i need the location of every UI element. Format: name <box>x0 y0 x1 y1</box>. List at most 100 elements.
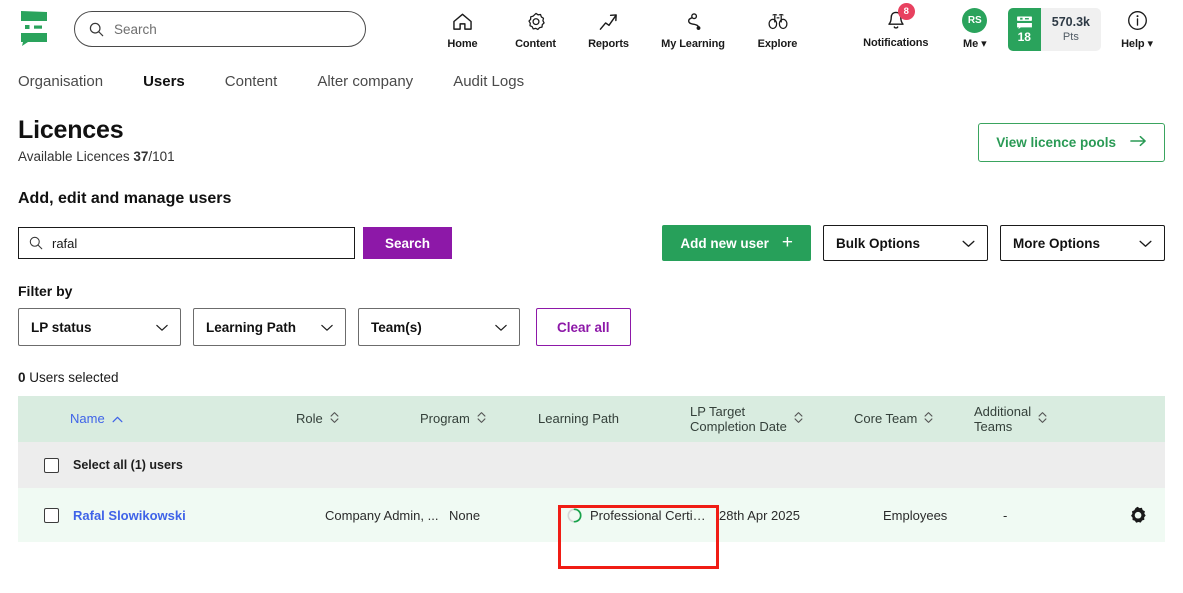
add-new-user-label: Add new user <box>680 235 769 251</box>
select-all-checkbox[interactable] <box>44 457 59 473</box>
view-licence-pools-button[interactable]: View licence pools <box>978 123 1165 162</box>
licences-header: Licences Available Licences 37/101 View … <box>18 116 1165 164</box>
bulk-options-label: Bulk Options <box>836 235 920 251</box>
column-header-lp-target[interactable]: LP Target Completion Date <box>690 404 854 435</box>
sort-both-icon <box>794 411 803 427</box>
additional-teams-line2: Teams <box>974 419 1013 434</box>
nav-explore[interactable]: Explore <box>741 9 814 50</box>
add-new-user-button[interactable]: Add new user + <box>662 225 811 261</box>
search-button[interactable]: Search <box>363 227 453 259</box>
sort-both-icon <box>330 411 339 427</box>
nav-me-label: Me ▾ <box>963 37 987 50</box>
filter-teams[interactable]: Team(s) <box>358 308 520 346</box>
bulk-options-dropdown[interactable]: Bulk Options <box>823 225 988 261</box>
cell-program: None <box>449 507 481 523</box>
lp-target-line1: LP Target <box>690 403 746 419</box>
column-header-role-label: Role <box>296 411 323 427</box>
more-options-dropdown[interactable]: More Options <box>1000 225 1165 261</box>
search-icon <box>89 22 104 36</box>
lp-target-line2: Completion Date <box>690 419 787 434</box>
row-settings-button[interactable] <box>1128 506 1165 525</box>
clear-all-filters-button[interactable]: Clear all <box>536 308 631 346</box>
available-licences-used: 37 <box>133 149 149 164</box>
chevron-down-icon <box>321 320 333 335</box>
cell-role: Company Admin, ... <box>325 507 439 523</box>
path-icon <box>682 11 704 33</box>
filter-by-label: Filter by <box>18 283 73 299</box>
available-licences: Available Licences 37/101 <box>18 149 175 164</box>
table-row[interactable]: Rafal Slowikowski Company Admin, ... Non… <box>18 488 1165 542</box>
info-icon <box>1127 10 1148 32</box>
gear-icon <box>1131 506 1146 523</box>
filter-row: LP status Learning Path Team(s) Clear al… <box>18 308 1165 346</box>
search-icon <box>29 236 43 250</box>
user-search-field[interactable] <box>18 227 355 259</box>
cell-additional-teams: - <box>1003 507 1008 523</box>
points-unit: Pts <box>1062 30 1079 43</box>
nav-home[interactable]: Home <box>426 9 499 50</box>
users-selected-suffix: Users selected <box>25 370 119 385</box>
sort-both-icon <box>924 411 933 427</box>
filter-lp-status[interactable]: LP status <box>18 308 181 346</box>
cell-core-team: Employees <box>883 507 948 523</box>
tab-content[interactable]: Content <box>225 73 278 90</box>
nav-content[interactable]: Content <box>499 9 572 50</box>
points-level: 18 <box>1017 29 1031 44</box>
learning-path-name: Professional Certific... <box>590 507 708 523</box>
cell-lp-target-date: 28th Apr 2025 <box>719 507 800 523</box>
points-widget[interactable]: 18 570.3k Pts <box>1007 7 1101 51</box>
global-search-input[interactable] <box>114 21 351 37</box>
section-tabs: Organisation Users Content Alter company… <box>0 58 1183 104</box>
additional-teams-line1: Additional <box>974 403 1032 419</box>
progress-ring-icon <box>567 507 582 523</box>
nav-reports[interactable]: Reports <box>572 9 645 50</box>
avatar-initials: RS <box>962 8 988 33</box>
tab-organisation[interactable]: Organisation <box>18 73 103 90</box>
nav-my-learning[interactable]: My Learning <box>645 9 741 50</box>
column-header-program[interactable]: Program <box>420 411 538 427</box>
users-table-header: Name Role Program Learning Path LP Targe… <box>18 396 1165 442</box>
column-header-additional-teams[interactable]: Additional Teams <box>974 404 1094 435</box>
available-licences-prefix: Available Licences <box>18 149 134 164</box>
nav-help-label: Help ▾ <box>1121 37 1153 50</box>
nav-me[interactable]: RS Me ▾ <box>946 8 1004 50</box>
select-all-row[interactable]: Select all (1) users <box>18 442 1165 488</box>
column-header-name[interactable]: Name <box>18 411 296 426</box>
top-navigation-bar: Home Content Reports <box>0 0 1183 58</box>
column-header-core-team[interactable]: Core Team <box>854 411 974 427</box>
chevron-down-icon: ▾ <box>1147 37 1153 50</box>
filter-learning-path[interactable]: Learning Path <box>193 308 346 346</box>
arrow-right-icon <box>1130 135 1147 150</box>
user-actions-row: Search Add new user + Bulk Options More … <box>18 225 1165 261</box>
nav-my-learning-label: My Learning <box>661 37 725 50</box>
nav-notifications[interactable]: 8 Notifications <box>846 2 946 49</box>
users-table: Name Role Program Learning Path LP Targe… <box>18 396 1165 542</box>
binoculars-icon <box>767 11 789 33</box>
filter-teams-label: Team(s) <box>371 319 422 335</box>
points-value-block: 570.3k Pts <box>1041 8 1101 51</box>
app-logo[interactable] <box>18 9 54 49</box>
page-content: Licences Available Licences 37/101 View … <box>0 116 1183 542</box>
nav-notifications-label: Notifications <box>863 36 929 49</box>
points-badge-icon <box>1016 16 1032 29</box>
column-header-core-team-label: Core Team <box>854 411 918 427</box>
column-header-learning-path-label: Learning Path <box>538 411 619 427</box>
nav-help[interactable]: Help ▾ <box>1109 8 1165 50</box>
manage-users-subheading: Add, edit and manage users <box>18 190 232 207</box>
view-licence-pools-label: View licence pools <box>996 135 1116 150</box>
column-header-program-label: Program <box>420 411 470 427</box>
user-name-link[interactable]: Rafal Slowikowski <box>73 508 186 523</box>
page-title: Licences <box>18 116 124 144</box>
sort-both-icon <box>1038 411 1047 427</box>
tab-users[interactable]: Users <box>143 73 185 90</box>
users-selected-number: 0 <box>18 370 26 385</box>
row-checkbox[interactable] <box>44 507 59 523</box>
home-icon <box>452 11 473 33</box>
user-search-input[interactable] <box>52 235 344 251</box>
tab-alter-company[interactable]: Alter company <box>317 73 413 90</box>
column-header-role[interactable]: Role <box>296 411 420 427</box>
select-all-label: Select all (1) users <box>73 458 183 472</box>
global-search[interactable] <box>74 11 366 47</box>
points-level-block: 18 <box>1007 7 1041 51</box>
tab-audit-logs[interactable]: Audit Logs <box>453 73 524 90</box>
